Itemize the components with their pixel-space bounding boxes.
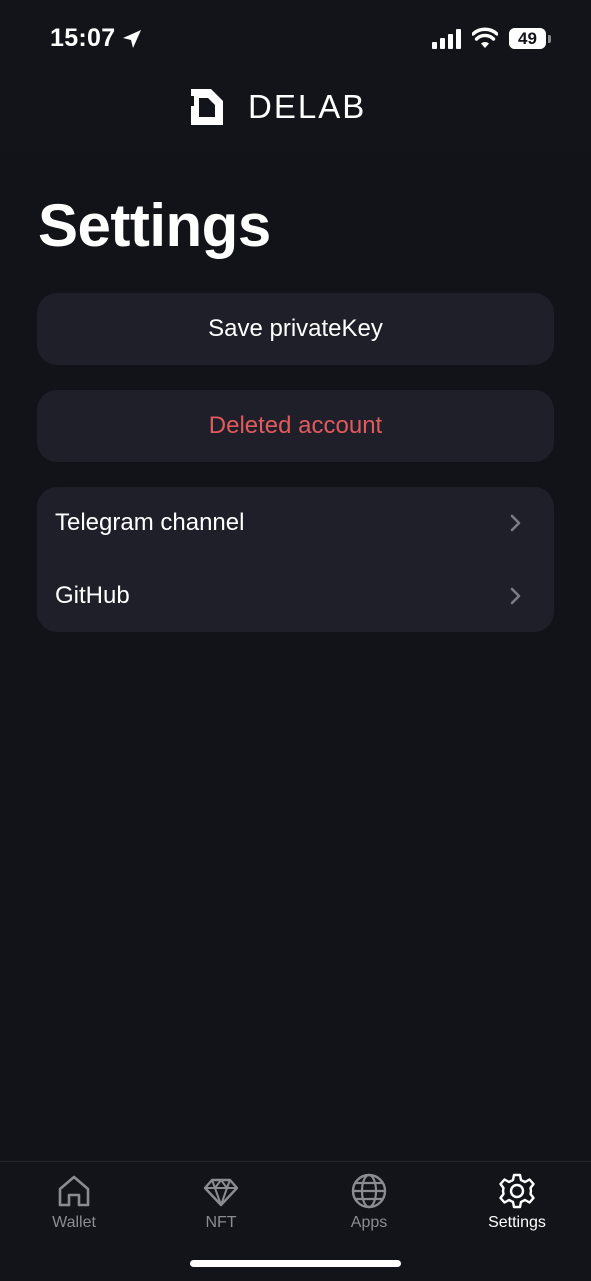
chevron-right-icon xyxy=(510,587,521,605)
app-header: DELAB xyxy=(0,70,591,152)
delete-account-label: Deleted account xyxy=(208,412,383,439)
gear-icon xyxy=(499,1173,535,1209)
logo-text: DELAB xyxy=(248,88,367,125)
tab-nft[interactable]: NFT xyxy=(161,1170,281,1242)
tab-apps[interactable]: Apps xyxy=(309,1170,429,1242)
wifi-icon xyxy=(472,27,498,48)
github-label: GitHub xyxy=(55,582,130,609)
github-link[interactable]: GitHub xyxy=(37,560,554,632)
tab-nft-label: NFT xyxy=(205,1214,237,1231)
save-private-key-label: Save privateKey xyxy=(208,315,383,342)
home-icon xyxy=(58,1175,90,1207)
battery-icon: 49 xyxy=(509,28,551,50)
delete-account-button[interactable]: Deleted account xyxy=(37,390,554,462)
tab-settings[interactable]: Settings xyxy=(457,1170,577,1242)
cellular-signal-icon xyxy=(432,29,461,49)
chevron-right-icon xyxy=(510,514,521,532)
home-indicator xyxy=(190,1260,401,1267)
globe-icon xyxy=(351,1173,387,1209)
tab-wallet-label: Wallet xyxy=(52,1214,96,1231)
battery-percent: 49 xyxy=(518,29,537,48)
status-time: 15:07 xyxy=(50,24,116,52)
location-arrow-icon xyxy=(123,30,141,48)
status-bar: 15:07 49 xyxy=(0,0,591,70)
links-card: Telegram channel GitHub xyxy=(37,487,554,632)
telegram-channel-label: Telegram channel xyxy=(55,509,245,536)
tab-apps-label: Apps xyxy=(350,1214,388,1231)
tab-settings-label: Settings xyxy=(488,1214,546,1231)
delab-logo-icon xyxy=(188,89,223,125)
page-title: Settings xyxy=(38,192,271,259)
battery-cap xyxy=(548,35,551,43)
save-private-key-button[interactable]: Save privateKey xyxy=(37,293,554,365)
diamond-icon xyxy=(203,1178,239,1207)
tab-wallet[interactable]: Wallet xyxy=(14,1170,134,1242)
telegram-channel-link[interactable]: Telegram channel xyxy=(37,487,554,559)
